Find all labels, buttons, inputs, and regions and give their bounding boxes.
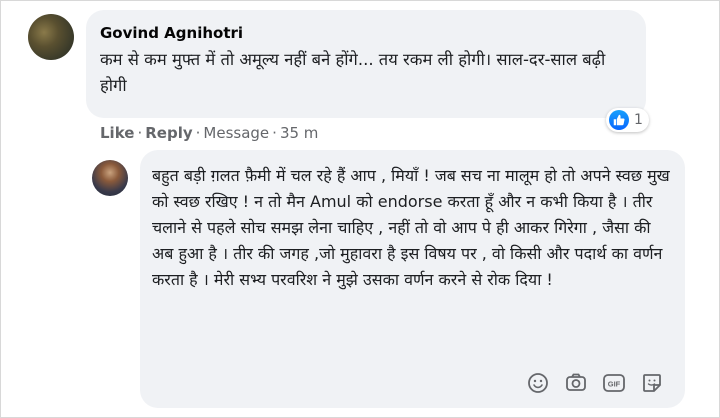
- gif-label: GIF: [608, 380, 621, 389]
- reply-input-text[interactable]: बहुत बड़ी ग़लत फ़ैमी में चल रहे हैं आप ,…: [152, 163, 672, 293]
- sticker-icon[interactable]: [640, 371, 664, 395]
- separator-dot: ·: [272, 124, 277, 142]
- comment-text: कम से कम मुफ्त में तो अमूल्य नहीं बने हो…: [100, 50, 606, 95]
- reply-button[interactable]: Reply: [145, 124, 192, 142]
- gif-icon[interactable]: GIF: [602, 371, 626, 395]
- comment-author-name[interactable]: Govind Agnihotri: [100, 24, 243, 42]
- reply-toolbar: GIF: [526, 370, 664, 396]
- comment-actions: Like · Reply · Message · 35 m: [100, 124, 318, 142]
- separator-dot: ·: [137, 124, 143, 142]
- emoji-icon[interactable]: [526, 371, 550, 395]
- separator-dot: ·: [195, 124, 201, 142]
- reply-avatar[interactable]: [92, 160, 128, 196]
- reaction-summary[interactable]: 1: [606, 108, 649, 132]
- like-button[interactable]: Like: [100, 124, 134, 142]
- camera-icon[interactable]: [564, 371, 588, 395]
- author-avatar[interactable]: [28, 14, 74, 60]
- comment-timestamp[interactable]: 35 m: [280, 124, 318, 142]
- message-link[interactable]: Message: [203, 124, 269, 142]
- thumbs-up-icon: [609, 110, 629, 130]
- reaction-count: 1: [634, 112, 643, 128]
